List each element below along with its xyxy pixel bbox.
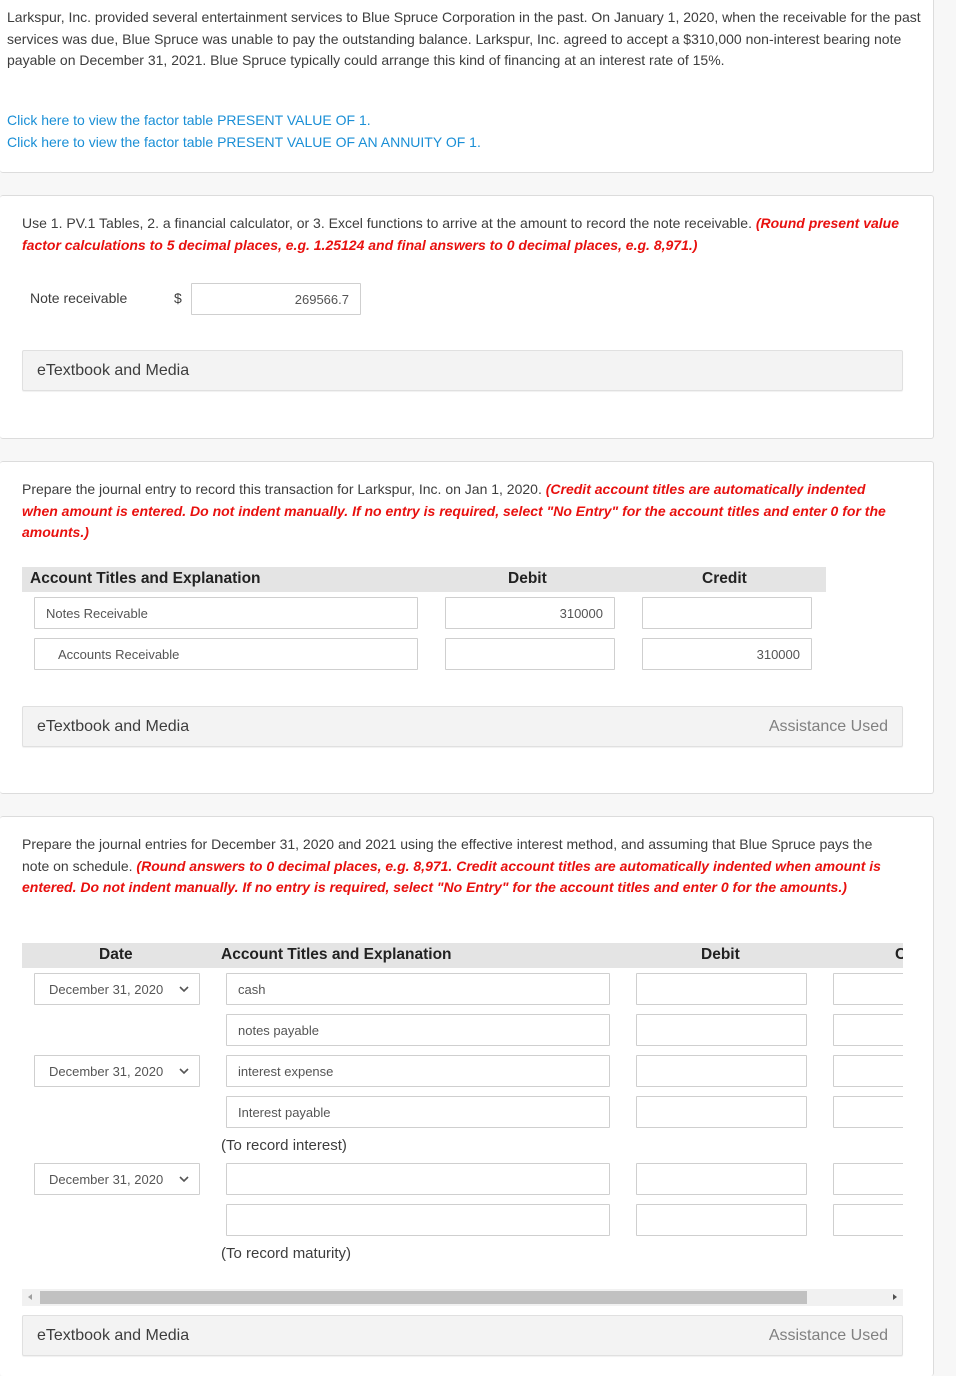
header-date: Date bbox=[99, 946, 133, 963]
date-select[interactable]: December 31, 2020 bbox=[34, 973, 200, 1005]
date-select-value: December 31, 2020 bbox=[49, 1063, 164, 1079]
account-title-input[interactable]: Notes Receivable bbox=[34, 597, 418, 629]
chevron-down-icon bbox=[179, 986, 189, 993]
pv-annuity-link[interactable]: Click here to view the factor table PRES… bbox=[7, 134, 481, 150]
etextbook-bar: eTextbook and Media Assistance Used bbox=[22, 1315, 903, 1356]
debit-input[interactable] bbox=[636, 1096, 807, 1128]
header-account: Account Titles and Explanation bbox=[221, 946, 452, 963]
header-credit: Credit bbox=[702, 570, 747, 587]
note-receivable-input[interactable]: 269566.7 bbox=[191, 283, 361, 315]
etextbook-bar: eTextbook and Media bbox=[22, 350, 903, 391]
credit-input[interactable] bbox=[833, 973, 903, 1005]
entry-note: (To record maturity) bbox=[221, 1245, 352, 1262]
part2-instruction: Prepare the journal entry to record this… bbox=[22, 479, 902, 544]
pv-of-1-link[interactable]: Click here to view the factor table PRES… bbox=[7, 112, 371, 128]
part3-table-scroll-area: Date Account Titles and Explanation Debi… bbox=[22, 940, 903, 1280]
header-account: Account Titles and Explanation bbox=[30, 570, 261, 587]
etextbook-link[interactable]: eTextbook and Media bbox=[37, 1327, 189, 1345]
part3-instruction-red: (Round answers to 0 decimal places, e.g.… bbox=[22, 857, 881, 896]
chevron-down-icon bbox=[179, 1068, 189, 1075]
chevron-down-icon bbox=[179, 1176, 189, 1183]
entry-note: (To record interest) bbox=[221, 1137, 347, 1154]
header-debit: Debit bbox=[508, 570, 547, 587]
assistance-used-label: Assistance Used bbox=[768, 1327, 888, 1344]
etextbook-link[interactable]: eTextbook and Media bbox=[37, 362, 189, 380]
currency-symbol: $ bbox=[174, 290, 182, 306]
problem-intro: Larkspur, Inc. provided several entertai… bbox=[7, 9, 921, 69]
date-select-value: December 31, 2020 bbox=[49, 981, 164, 997]
debit-input[interactable] bbox=[636, 1055, 807, 1087]
debit-input[interactable] bbox=[445, 638, 615, 670]
etextbook-link[interactable]: eTextbook and Media bbox=[37, 718, 189, 736]
debit-input[interactable] bbox=[636, 1163, 807, 1195]
part1-instruction: Use 1. PV.1 Tables, 2. a financial calcu… bbox=[22, 213, 902, 256]
credit-input[interactable] bbox=[833, 1204, 903, 1236]
part3-instruction: Prepare the journal entries for December… bbox=[22, 834, 902, 899]
credit-input[interactable] bbox=[833, 1096, 903, 1128]
horizontal-scrollbar[interactable] bbox=[22, 1289, 903, 1306]
part1-card: Use 1. PV.1 Tables, 2. a financial calcu… bbox=[0, 195, 934, 439]
part3-table-header: Date Account Titles and Explanation Debi… bbox=[22, 943, 903, 968]
debit-input[interactable] bbox=[636, 1204, 807, 1236]
account-title-input[interactable]: interest expense bbox=[226, 1055, 610, 1087]
header-credit: C bbox=[895, 946, 903, 963]
part2-table-header: Account Titles and Explanation Debit Cre… bbox=[22, 567, 826, 592]
date-select[interactable]: December 31, 2020 bbox=[34, 1055, 200, 1087]
part2-card: Prepare the journal entry to record this… bbox=[0, 461, 934, 794]
credit-input[interactable] bbox=[833, 1055, 903, 1087]
credit-input[interactable] bbox=[833, 1163, 903, 1195]
account-title-input[interactable]: notes payable bbox=[226, 1014, 610, 1046]
date-select-value: December 31, 2020 bbox=[49, 1171, 164, 1187]
date-select[interactable]: December 31, 2020 bbox=[34, 1163, 200, 1195]
credit-input[interactable] bbox=[642, 597, 812, 629]
part2-instruction-text: Prepare the journal entry to record this… bbox=[22, 481, 542, 497]
account-title-input[interactable] bbox=[226, 1204, 610, 1236]
debit-input[interactable] bbox=[636, 1014, 807, 1046]
account-title-input[interactable]: Accounts Receivable bbox=[34, 638, 418, 670]
assistance-used-label: Assistance Used bbox=[768, 718, 888, 735]
problem-card: Larkspur, Inc. provided several entertai… bbox=[0, 0, 934, 173]
scroll-left-icon[interactable] bbox=[28, 1294, 32, 1300]
note-receivable-label: Note receivable bbox=[30, 290, 128, 306]
scrollbar-thumb[interactable] bbox=[40, 1291, 807, 1304]
account-title-input[interactable]: cash bbox=[226, 973, 610, 1005]
credit-input[interactable] bbox=[833, 1014, 903, 1046]
debit-input[interactable]: 310000 bbox=[445, 597, 615, 629]
debit-input[interactable] bbox=[636, 973, 807, 1005]
credit-input[interactable]: 310000 bbox=[642, 638, 812, 670]
account-title-input[interactable] bbox=[226, 1163, 610, 1195]
header-debit: Debit bbox=[701, 946, 740, 963]
scroll-right-icon[interactable] bbox=[893, 1294, 897, 1300]
account-title-input[interactable]: Interest payable bbox=[226, 1096, 610, 1128]
etextbook-bar: eTextbook and Media Assistance Used bbox=[22, 706, 903, 747]
part1-instruction-text: Use 1. PV.1 Tables, 2. a financial calcu… bbox=[22, 215, 752, 231]
